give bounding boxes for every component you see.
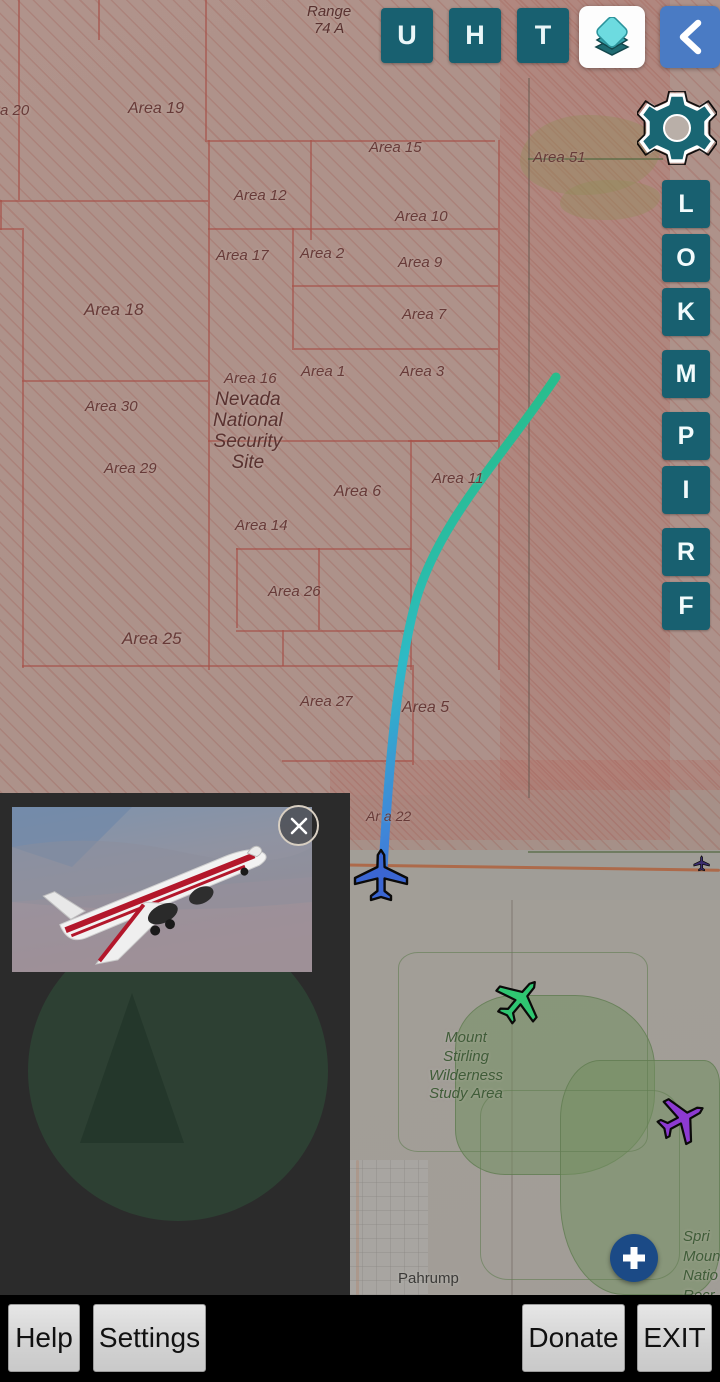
- back-chevron-icon: [679, 19, 702, 55]
- right-button-k[interactable]: K: [662, 288, 710, 336]
- right-button-l[interactable]: L: [662, 180, 710, 228]
- u-button[interactable]: U: [381, 8, 433, 63]
- map-boundary: [18, 0, 20, 200]
- aircraft-icon: [494, 980, 538, 1024]
- donate-button[interactable]: Donate: [522, 1304, 625, 1372]
- map-boundary: [292, 285, 498, 287]
- h-button[interactable]: H: [449, 8, 501, 63]
- app-root: Range 74 Aa 20 Area 19 Area 15 Area 51 Area 1…: [0, 0, 720, 1382]
- map-boundary: [0, 200, 208, 202]
- map-boundary: [0, 200, 2, 230]
- map-boundary: [22, 665, 412, 667]
- map-boundary: [205, 140, 495, 142]
- map-boundary-dark: [528, 78, 530, 798]
- close-panel-button[interactable]: [278, 805, 319, 846]
- map-boundary: [208, 228, 498, 230]
- map-boundary: [292, 228, 294, 348]
- map-boundary: [498, 140, 500, 670]
- aircraft-photo[interactable]: [12, 807, 312, 972]
- layers-icon: [594, 17, 630, 56]
- help-button[interactable]: Help: [8, 1304, 80, 1372]
- restricted-zone-south-strip: [330, 760, 720, 850]
- aircraft-marker-purple[interactable]: [652, 1090, 711, 1149]
- right-button-o[interactable]: O: [662, 234, 710, 282]
- map-boundary: [0, 228, 22, 230]
- map-boundary: [205, 0, 207, 140]
- bottom-toolbar: Help Settings Donate EXIT N E S W: [0, 1295, 720, 1382]
- right-button-f[interactable]: F: [662, 582, 710, 630]
- map-boundary: [208, 380, 210, 670]
- aircraft-icon: [353, 848, 409, 902]
- aircraft-marker-small[interactable]: [692, 854, 711, 873]
- aircraft-icon: [693, 855, 711, 872]
- back-button[interactable]: [660, 6, 720, 68]
- map-boundary: [208, 140, 210, 380]
- map-boundary: [410, 440, 412, 670]
- map-boundary: [236, 548, 238, 628]
- map-boundary: [282, 630, 284, 666]
- map-boundary: [282, 760, 412, 762]
- right-button-i[interactable]: I: [662, 466, 710, 514]
- plus-icon: [623, 1247, 645, 1269]
- map-boundary: [22, 228, 24, 668]
- settings-button[interactable]: Settings: [93, 1304, 206, 1372]
- map-boundary: [412, 665, 414, 765]
- t-button[interactable]: T: [517, 8, 569, 63]
- aircraft-marker-selected[interactable]: [349, 844, 413, 908]
- map-boundary-green: [528, 851, 720, 853]
- map-boundary: [292, 348, 498, 350]
- map-boundary: [98, 0, 100, 40]
- right-button-p[interactable]: P: [662, 412, 710, 460]
- map-boundary: [236, 630, 411, 632]
- gear-icon: [635, 90, 719, 166]
- aircraft-icon: [656, 1097, 704, 1145]
- map-boundary: [318, 548, 320, 630]
- map-boundary: [22, 380, 208, 382]
- add-button[interactable]: [610, 1234, 658, 1282]
- settings-gear-button[interactable]: [635, 90, 719, 166]
- map-boundary: [236, 548, 411, 550]
- right-button-r[interactable]: R: [662, 528, 710, 576]
- map-boundary: [310, 140, 312, 240]
- right-letter-button-column: LOKMPIRF: [662, 180, 710, 630]
- urban-area-pahrump: [348, 1160, 428, 1295]
- map-boundary: [408, 440, 498, 442]
- top-letter-buttons: U H T: [381, 8, 569, 63]
- layers-button[interactable]: [579, 6, 645, 68]
- close-icon: [290, 817, 307, 834]
- exit-button[interactable]: EXIT: [637, 1304, 712, 1372]
- right-button-m[interactable]: M: [662, 350, 710, 398]
- aircraft-info-panel: Image © Nick Sheeder Reg.:N288DPUnited S…: [0, 793, 350, 1295]
- aircraft-marker-green[interactable]: [490, 971, 549, 1030]
